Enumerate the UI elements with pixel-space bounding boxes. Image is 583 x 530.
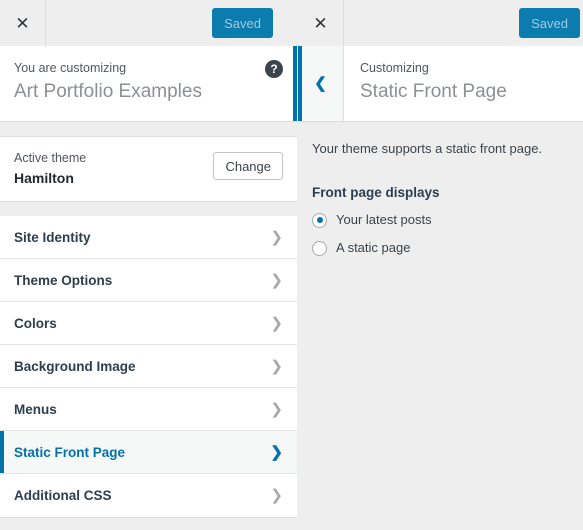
help-icon[interactable]: ? — [265, 60, 283, 78]
section-title: Static Front Page — [360, 81, 507, 102]
left-save-wrapper: Saved — [212, 8, 297, 38]
active-theme-block: Active theme Hamilton Change — [0, 136, 297, 202]
left-topbar: ✕ Saved — [0, 0, 297, 46]
section-label: Additional CSS — [14, 488, 112, 503]
customizer-screenshot-pair: ✕ Saved You are customizing Art Portfoli… — [0, 0, 583, 530]
section-label: Background Image — [14, 358, 136, 374]
chevron-left-icon: ❮ — [314, 75, 327, 92]
chevron-right-icon: ❯ — [270, 228, 283, 246]
save-button[interactable]: Saved — [519, 8, 580, 38]
chevron-right-icon: ❯ — [270, 271, 283, 289]
radio-option-static-page[interactable]: A static page — [312, 240, 569, 256]
active-theme-name: Hamilton — [14, 170, 74, 186]
section-label: Menus — [14, 401, 57, 417]
customizer-panel-main: ✕ Saved You are customizing Art Portfoli… — [0, 0, 297, 530]
active-theme-text: Active theme Hamilton — [14, 150, 86, 187]
right-save-wrapper: Saved — [519, 8, 583, 38]
section-label: Static Front Page — [14, 444, 126, 460]
chevron-right-icon: ❯ — [270, 357, 283, 375]
radio-button-icon[interactable] — [312, 212, 327, 228]
customizing-eyebrow: You are customizing — [14, 61, 127, 75]
close-icon: ✕ — [15, 13, 30, 33]
customizer-panel-section: ✕ Saved ❮ Customizing Static Front Page … — [298, 0, 583, 530]
chevron-right-icon: ❯ — [270, 314, 283, 332]
section-eyebrow: Customizing — [360, 61, 429, 75]
theme-list-gap — [0, 202, 297, 216]
customizing-header: You are customizing Art Portfolio Exampl… — [0, 46, 297, 122]
chevron-right-icon: ❯ — [270, 443, 283, 461]
close-icon: ✕ — [313, 13, 328, 33]
section-header-text: Customizing Static Front Page — [344, 46, 583, 121]
section-label: Theme Options — [14, 272, 113, 288]
sidebar-item-theme-options[interactable]: Theme Options ❯ — [0, 259, 297, 302]
sidebar-item-menus[interactable]: Menus ❯ — [0, 388, 297, 431]
chevron-right-icon: ❯ — [270, 400, 283, 418]
sidebar-item-static-front-page[interactable]: Static Front Page ❯ — [0, 431, 297, 474]
sidebar-item-background-image[interactable]: Background Image ❯ — [0, 345, 297, 388]
panel-edge-accent — [298, 46, 302, 121]
customizer-section-list: Site Identity ❯ Theme Options ❯ Colors ❯… — [0, 216, 297, 518]
section-header: ❮ Customizing Static Front Page — [298, 46, 583, 122]
active-theme-eyebrow: Active theme — [14, 151, 87, 165]
radio-button-icon[interactable] — [312, 240, 327, 256]
theme-support-note: Your theme supports a static front page. — [312, 141, 543, 156]
front-page-displays-label: Front page displays — [312, 185, 440, 200]
right-topbar: ✕ Saved — [298, 0, 583, 46]
sidebar-item-site-identity[interactable]: Site Identity ❯ — [0, 216, 297, 259]
site-title: Art Portfolio Examples — [14, 81, 202, 102]
sidebar-item-additional-css[interactable]: Additional CSS ❯ — [0, 474, 297, 517]
sidebar-item-colors[interactable]: Colors ❯ — [0, 302, 297, 345]
close-customizer-button[interactable]: ✕ — [298, 0, 344, 46]
change-theme-button[interactable]: Change — [213, 152, 283, 180]
section-content: Your theme supports a static front page.… — [298, 122, 583, 256]
close-customizer-button[interactable]: ✕ — [0, 0, 46, 46]
panel-edge-accent — [293, 46, 297, 121]
radio-label: A static page — [336, 240, 411, 255]
radio-label: Your latest posts — [336, 212, 432, 227]
chevron-right-icon: ❯ — [270, 487, 283, 504]
radio-option-latest-posts[interactable]: Your latest posts — [312, 212, 569, 228]
section-label: Colors — [14, 315, 57, 331]
save-button[interactable]: Saved — [212, 8, 273, 38]
section-label: Site Identity — [14, 229, 91, 245]
back-button[interactable]: ❮ — [298, 46, 344, 121]
header-list-gap — [0, 122, 297, 136]
